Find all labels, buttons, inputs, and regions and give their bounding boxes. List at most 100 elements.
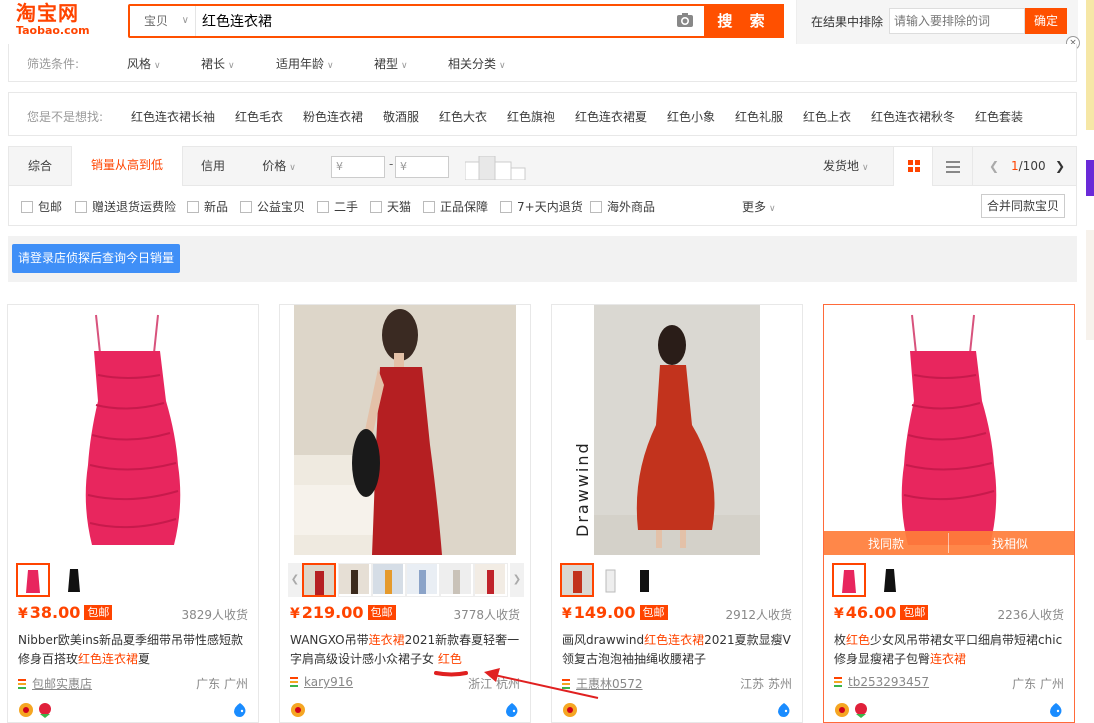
product-card[interactable]: ¥38.00 包邮 3829人收货 Nibber欧美ins新品夏季细带吊带性感短款… — [7, 304, 259, 723]
camera-icon[interactable] — [676, 12, 694, 28]
filter-item-label: 裙型 — [374, 57, 399, 71]
thumbnail[interactable] — [16, 563, 50, 597]
product-title[interactable]: WANGXO吊带连衣裙2021新款春夏轻奢一字肩高级设计感小众裙子女 红色 — [290, 631, 522, 669]
checkbox-return-insurance[interactable]: 赠送退货运费险 — [75, 198, 176, 215]
suggestion-link[interactable]: 红色连衣裙长袖 — [131, 108, 215, 125]
thumbnail[interactable] — [628, 563, 662, 597]
ship-from-select[interactable]: 发货地 ∨ — [823, 147, 869, 186]
suggestion-link[interactable]: 红色旗袍 — [507, 108, 555, 125]
thumb-image — [373, 564, 403, 594]
sort-tab-sales[interactable]: 销量从高到低 — [71, 146, 183, 186]
suggestion-link[interactable]: 粉色连衣裙 — [303, 108, 363, 125]
sort-tab-default[interactable]: 综合 — [9, 147, 71, 186]
chevron-left-icon[interactable]: ❮ — [989, 147, 999, 186]
taobao-logo[interactable]: 淘宝网 Taobao.com — [16, 2, 112, 40]
product-image[interactable]: 找同款 找相似 — [824, 305, 1074, 555]
thumbnail[interactable] — [594, 563, 628, 597]
product-image[interactable] — [8, 305, 258, 555]
checkbox-free-shipping[interactable]: 包邮 — [21, 198, 62, 215]
checkbox-new[interactable]: 新品 — [187, 198, 228, 215]
search-type-select[interactable]: 宝贝 ∨ — [130, 6, 196, 36]
checkbox-tmall[interactable]: 天猫 — [370, 198, 411, 215]
exclude-input[interactable] — [889, 8, 1025, 34]
grid-icon — [908, 160, 920, 172]
filter-category[interactable]: 相关分类 ∨ — [448, 55, 506, 72]
thumbnail[interactable] — [302, 563, 336, 597]
ship-from-label: 发货地 — [823, 159, 860, 173]
wangwang-chat-icon[interactable] — [1048, 702, 1064, 718]
price-max-input[interactable]: ¥ — [395, 156, 449, 178]
thumbnail[interactable] — [474, 563, 508, 597]
checkbox-overseas[interactable]: 海外商品 — [590, 198, 655, 215]
shop-link[interactable]: 包邮实惠店 — [18, 675, 92, 692]
sort-tab-price[interactable]: 价格 ∨ — [249, 147, 309, 186]
thumbnail[interactable] — [560, 563, 594, 597]
suggestion-link[interactable]: 红色连衣裙秋冬 — [871, 108, 955, 125]
product-card[interactable]: Drawwind ¥149.00 包邮 2912人收货 画风drawwind红色连… — [551, 304, 803, 723]
product-title[interactable]: Nibber欧美ins新品夏季细带吊带性感短款修身百搭玫红色连衣裙夏 — [18, 631, 250, 669]
find-similar-button[interactable]: 找相似 — [992, 535, 1028, 552]
thumbnail[interactable] — [58, 563, 92, 597]
thumbnail[interactable] — [338, 563, 372, 597]
product-image[interactable]: Drawwind — [552, 305, 802, 555]
thumb-image — [475, 564, 505, 594]
price-min-input[interactable]: ¥ — [331, 156, 385, 178]
exclude-confirm-button[interactable]: 确定 — [1025, 8, 1067, 34]
product-card[interactable]: ❮ ❯ ¥219.00 包邮 3778人收货 WANGXO吊带连衣裙2021新款春… — [279, 304, 531, 723]
search-button[interactable]: 搜 索 — [704, 4, 784, 38]
filter-age[interactable]: 适用年龄 ∨ — [276, 55, 334, 72]
checkbox-7day-return[interactable]: 7+天内退货 — [500, 198, 583, 215]
thumbnail[interactable] — [874, 563, 908, 597]
yen-symbol: ¥ — [562, 606, 572, 622]
thumbnail[interactable] — [440, 563, 474, 597]
thumbnail[interactable] — [406, 563, 440, 597]
checkbox-label: 正品保障 — [440, 200, 489, 214]
find-same-button[interactable]: 找同款 — [868, 535, 904, 552]
product-card[interactable]: 找同款 找相似 ¥46.00 包邮 2236人收货 枚红色少女风吊带裙女平口细肩带… — [823, 304, 1075, 723]
merge-same-items-button[interactable]: 合并同款宝贝 — [981, 194, 1065, 218]
suggestion-link[interactable]: 红色连衣裙夏 — [575, 108, 647, 125]
suggestion-link[interactable]: 敬酒服 — [383, 108, 419, 125]
chevron-right-icon[interactable]: ❯ — [1055, 147, 1065, 186]
suggestion-link[interactable]: 红色大衣 — [439, 108, 487, 125]
shop-link[interactable]: tb253293457 — [834, 675, 929, 689]
product-title[interactable]: 枚红色少女风吊带裙女平口细肩带短裙chic修身显瘦裙子包臀连衣裙 — [834, 631, 1066, 669]
chevron-right-icon[interactable]: ❯ — [510, 563, 524, 597]
suggestion-link[interactable]: 红色小象 — [667, 108, 715, 125]
shop-link[interactable]: 王惠林0572 — [562, 675, 643, 692]
filter-style[interactable]: 风格 ∨ — [127, 55, 161, 72]
suggestion-link[interactable]: 红色上衣 — [803, 108, 851, 125]
suggestion-link[interactable]: 红色毛衣 — [235, 108, 283, 125]
shop-icon — [562, 679, 570, 689]
checkbox-second-hand[interactable]: 二手 — [317, 198, 358, 215]
list-view-button[interactable] — [933, 147, 973, 186]
thumbnail[interactable] — [372, 563, 406, 597]
product-title[interactable]: 画风drawwind红色连衣裙2021夏款显瘦V领复古泡泡袖抽绳收腰裙子 — [562, 631, 794, 669]
more-filters-button[interactable]: 更多 ∨ — [742, 198, 776, 215]
suggestion-link[interactable]: 红色套装 — [975, 108, 1023, 125]
shop-link[interactable]: kary916 — [290, 675, 353, 689]
checkbox-icon — [500, 201, 512, 213]
thumbnail[interactable] — [832, 563, 866, 597]
wangwang-chat-icon[interactable] — [776, 702, 792, 718]
wangwang-chat-icon[interactable] — [232, 702, 248, 718]
search-input[interactable] — [202, 6, 672, 36]
login-query-button[interactable]: 请登录店侦探后查询今日销量 — [12, 244, 180, 273]
sort-tab-credit[interactable]: 信用 — [183, 147, 243, 186]
wangwang-chat-icon[interactable] — [504, 702, 520, 718]
filter-skirt-length[interactable]: 裙长 ∨ — [201, 55, 235, 72]
checkbox-charity[interactable]: 公益宝贝 — [240, 198, 305, 215]
price-range-histogram-icon[interactable] — [465, 156, 535, 180]
chevron-down-icon: ∨ — [769, 204, 776, 214]
grid-view-button[interactable] — [893, 147, 933, 186]
location: 江苏 苏州 — [740, 677, 792, 691]
chevron-left-icon[interactable]: ❮ — [288, 563, 302, 597]
product-image[interactable] — [280, 305, 530, 555]
suggestion-link[interactable]: 红色礼服 — [735, 108, 783, 125]
chevron-down-icon: ∨ — [289, 163, 296, 173]
checkbox-genuine[interactable]: 正品保障 — [423, 198, 488, 215]
free-shipping-badge: 包邮 — [84, 605, 113, 620]
filter-skirt-type[interactable]: 裙型 ∨ — [374, 55, 408, 72]
page-current: 1 — [1011, 159, 1019, 173]
checkbox-label: 包邮 — [38, 200, 63, 214]
